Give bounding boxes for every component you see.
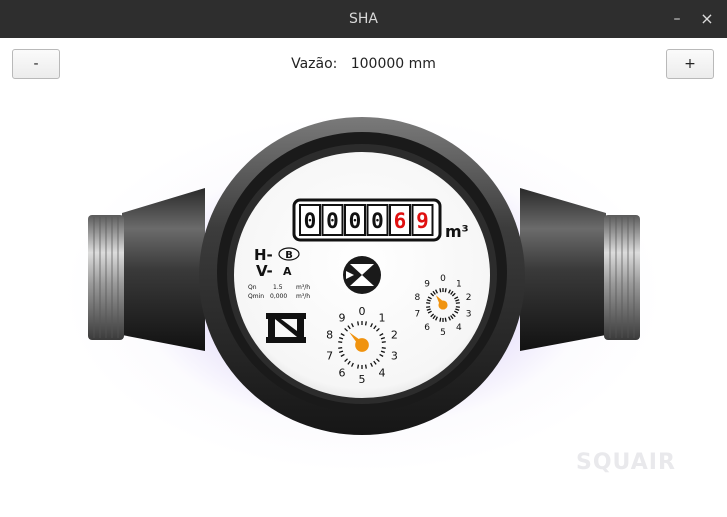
dial-number: 5	[440, 328, 446, 338]
title-bar: SHA – ×	[0, 0, 727, 38]
dial-number: 6	[424, 323, 430, 333]
odometer-digit: 9	[416, 209, 429, 233]
dial-tick	[381, 341, 386, 343]
dial-tick	[426, 302, 431, 304]
qmin-unit: m³/h	[296, 293, 310, 300]
dial-number: 7	[326, 349, 333, 362]
dial-tick	[444, 288, 447, 293]
brand-watermark: SQUAIR	[576, 450, 676, 475]
dial-tick	[455, 306, 460, 308]
dial-tick	[357, 364, 360, 369]
qn-unit: m³/h	[296, 284, 310, 291]
v-label: V-	[256, 262, 273, 280]
dial-tick	[381, 347, 386, 349]
dial-tick	[444, 317, 447, 322]
dial-tick	[439, 288, 442, 293]
dial-number: 3	[391, 349, 398, 362]
dial-tick	[364, 321, 367, 326]
right-pipe	[520, 188, 640, 351]
dial-tick	[357, 321, 360, 326]
flow-indicator-icon	[343, 256, 381, 294]
dial-number: 1	[378, 311, 385, 324]
dial-tick	[439, 317, 442, 322]
dial-number: 5	[359, 373, 366, 386]
dial-number: 7	[414, 309, 420, 319]
left-pipe	[88, 188, 205, 351]
qmin-value: 0,000	[270, 293, 287, 300]
dial-tick	[455, 302, 460, 304]
odometer-digit: 0	[326, 209, 339, 233]
dial-tick	[338, 341, 343, 343]
dial-number: 1	[456, 279, 462, 289]
manufacturer-logo-icon	[266, 313, 306, 343]
odometer-digit: 0	[371, 209, 384, 233]
dial-number: 6	[339, 366, 346, 379]
odometer-digit: 6	[394, 209, 407, 233]
odometer-digit: 0	[349, 209, 362, 233]
dial-number: 8	[326, 328, 333, 341]
qn-value: 1.5	[273, 284, 283, 291]
dial-hub	[355, 338, 369, 352]
odometer-unit: m³	[445, 222, 469, 241]
v-class: A	[283, 265, 292, 278]
dial-tick	[426, 306, 431, 308]
dial-tick	[364, 364, 367, 369]
dial-number: 4	[378, 366, 385, 379]
dial-number: 4	[456, 323, 462, 333]
dial-number: 8	[414, 293, 420, 303]
odometer-digit: 0	[304, 209, 317, 233]
water-meter: 000069 m³ H- B V- A Qn 1.5 m³/h Qmin 0,0…	[88, 117, 640, 435]
dial-hub	[438, 300, 448, 310]
dial-tick	[338, 347, 343, 349]
qn-label: Qn	[248, 284, 257, 291]
close-button[interactable]: ×	[692, 0, 722, 38]
meter-panel: - Vazão: 100000 mm + 0 0 0 0 6 9 m³ H- B…	[0, 38, 727, 517]
window-title: SHA	[349, 11, 378, 27]
dial-number: 9	[424, 279, 430, 289]
qmin-label: Qmin	[248, 293, 264, 300]
dial-number: 0	[440, 274, 446, 284]
dial-number: 9	[339, 311, 346, 324]
h-class: B	[285, 250, 293, 261]
dial-number: 2	[391, 328, 398, 341]
dial-number: 3	[466, 309, 472, 319]
minimize-button[interactable]: –	[662, 0, 692, 38]
dial-number: 2	[466, 293, 472, 303]
dial-number: 0	[359, 305, 366, 318]
